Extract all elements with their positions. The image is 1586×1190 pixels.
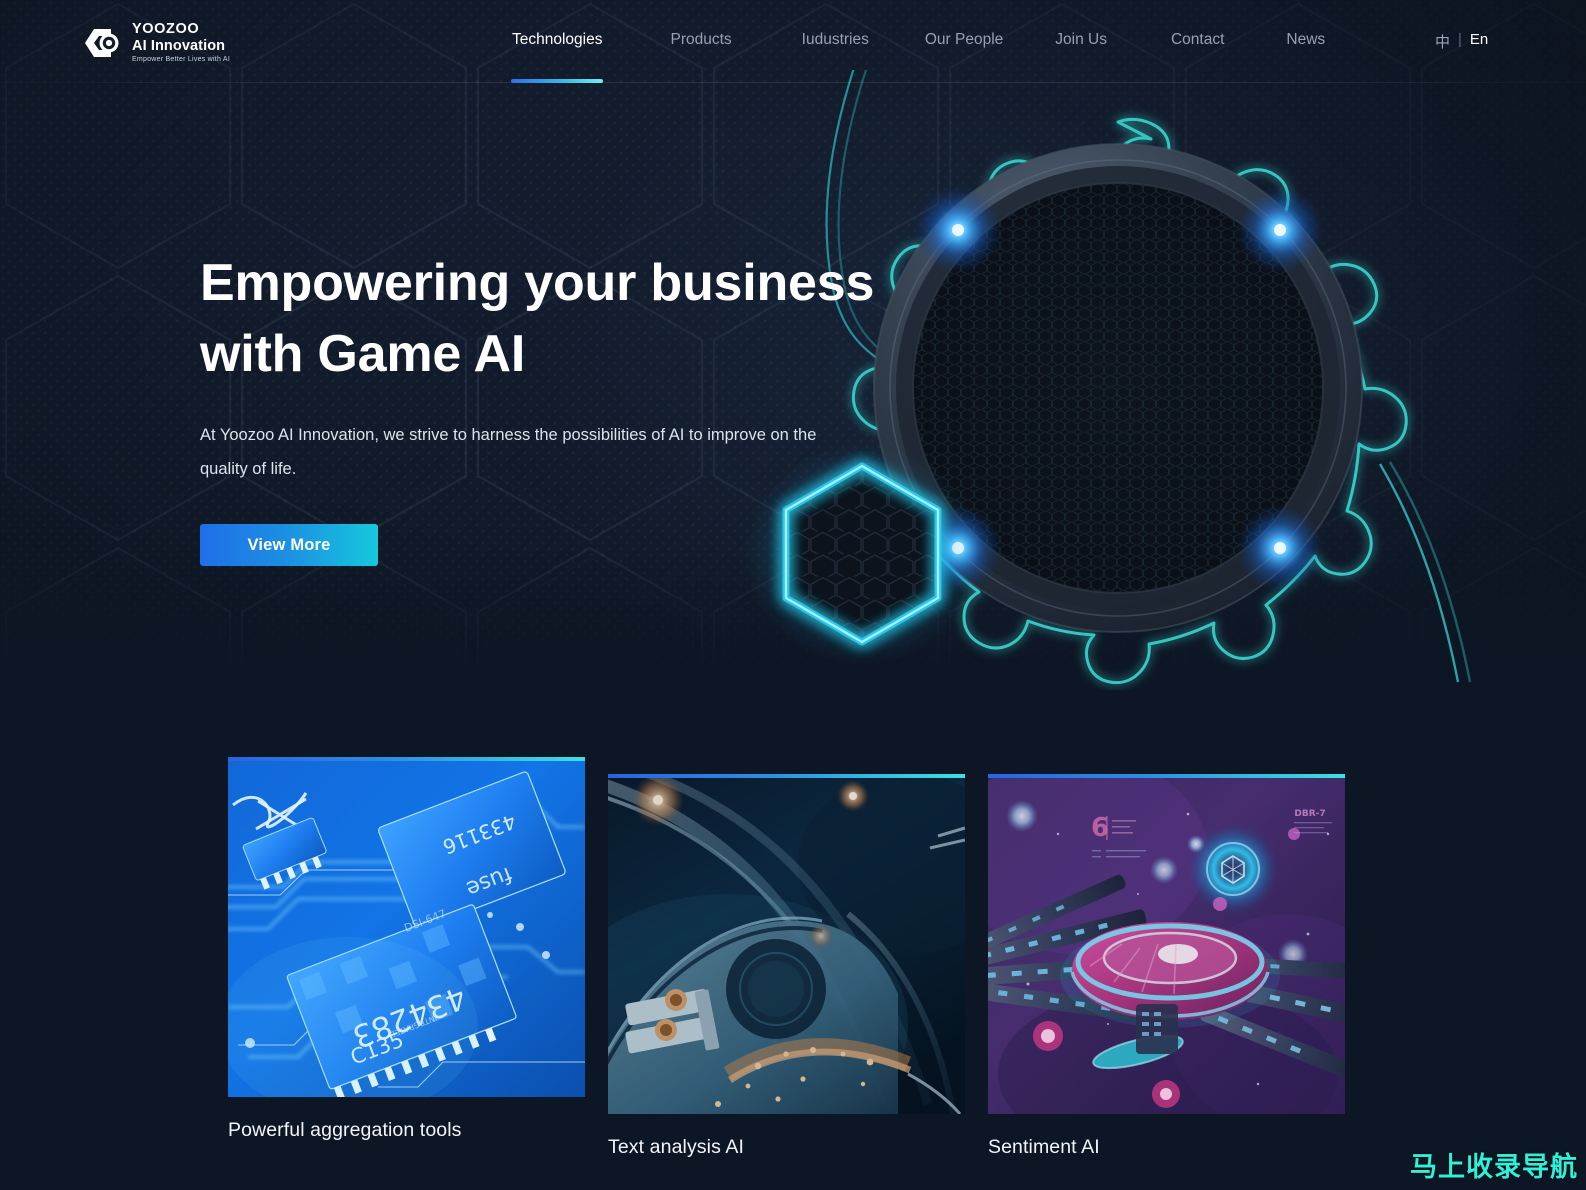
feature-card-text-analysis[interactable]: Text analysis AI [608,774,965,1159]
sci-fi-spaceship-image: 6 DBR-7 [988,774,1345,1114]
main-navigation: Technologies Products Iudustries Our Peo… [500,0,1325,83]
feature-card-sentiment-ai[interactable]: 6 DBR-7 Sentiment AI [988,774,1345,1159]
card-image-wrapper: 6 DBR-7 [988,774,1345,1114]
card-title: Text analysis AI [608,1136,744,1158]
language-separator: | [1458,31,1462,48]
logo-line-1: YOOZOO [132,21,200,37]
logo-line-2: AI Innovation [132,37,226,54]
language-switcher: 中 | En [1435,0,1488,83]
site-logo[interactable]: YOOZOO AI Innovation Empower Better Live… [84,22,230,63]
nav-label: News [1286,31,1326,48]
card-top-accent-bar [228,757,585,761]
feature-card-aggregation-tools[interactable]: 433116 fuse 434283 INTEGRATED C135 DSI-6… [228,757,585,1142]
nav-item-technologies[interactable]: Technologies [500,0,614,83]
language-option-english[interactable]: En [1470,31,1488,48]
nav-label: Contact [1170,31,1225,48]
nav-label: Iudustries [801,31,869,48]
card-top-accent-bar [608,774,965,778]
logo-text: YOOZOO AI Innovation Empower Better Live… [132,22,230,63]
card-title: Powerful aggregation tools [228,1119,462,1141]
hero-title-line-1: Empowering your business [200,254,875,312]
nav-item-join-us[interactable]: Join Us [1055,0,1107,83]
nav-label: Our People [924,31,1004,48]
hero-title-line-2: with Game AI [200,325,526,384]
circuit-board-chip-image: 433116 fuse 434283 INTEGRATED C135 DSI-6… [228,757,585,1097]
abstract-machinery-image [608,774,965,1114]
eye-logo-icon [84,26,124,60]
card-image-wrapper [608,774,965,1114]
feature-cards-section: 433116 fuse 434283 INTEGRATED C135 DSI-6… [0,690,1586,1190]
active-nav-underline [511,79,604,83]
nav-item-contact[interactable]: Contact [1171,0,1224,83]
nav-label: Products [670,31,732,48]
hero-section: Empowering your business with Game AI At… [0,0,1586,690]
card-title: Sentiment AI [988,1136,1100,1158]
hero-subtitle: At Yoozoo AI Innovation, we strive to ha… [200,426,817,479]
nav-item-products[interactable]: Products [670,0,731,83]
page-title: Empowering your business with Game AI [200,248,920,390]
card-top-accent-bar [988,774,1345,778]
view-more-button[interactable]: View More [200,524,378,567]
nav-label: Join Us [1055,31,1107,48]
hero-copy: Empowering your business with Game AI At… [200,248,920,567]
watermark-text: 马上收录导航 [1410,1152,1578,1183]
site-header: YOOZOO AI Innovation Empower Better Live… [0,0,1586,83]
page-root: Empowering your business with Game AI At… [0,0,1586,1190]
language-option-chinese[interactable]: 中 [1435,31,1450,52]
logo-tagline: Empower Better Lives with AI [132,56,231,63]
nav-item-news[interactable]: News [1286,0,1325,83]
card-image-wrapper: 433116 fuse 434283 INTEGRATED C135 DSI-6… [228,757,585,1097]
nav-label: Technologies [512,31,603,48]
nav-item-industries[interactable]: Iudustries [802,0,869,83]
nav-item-our-people[interactable]: Our People [925,0,1003,83]
